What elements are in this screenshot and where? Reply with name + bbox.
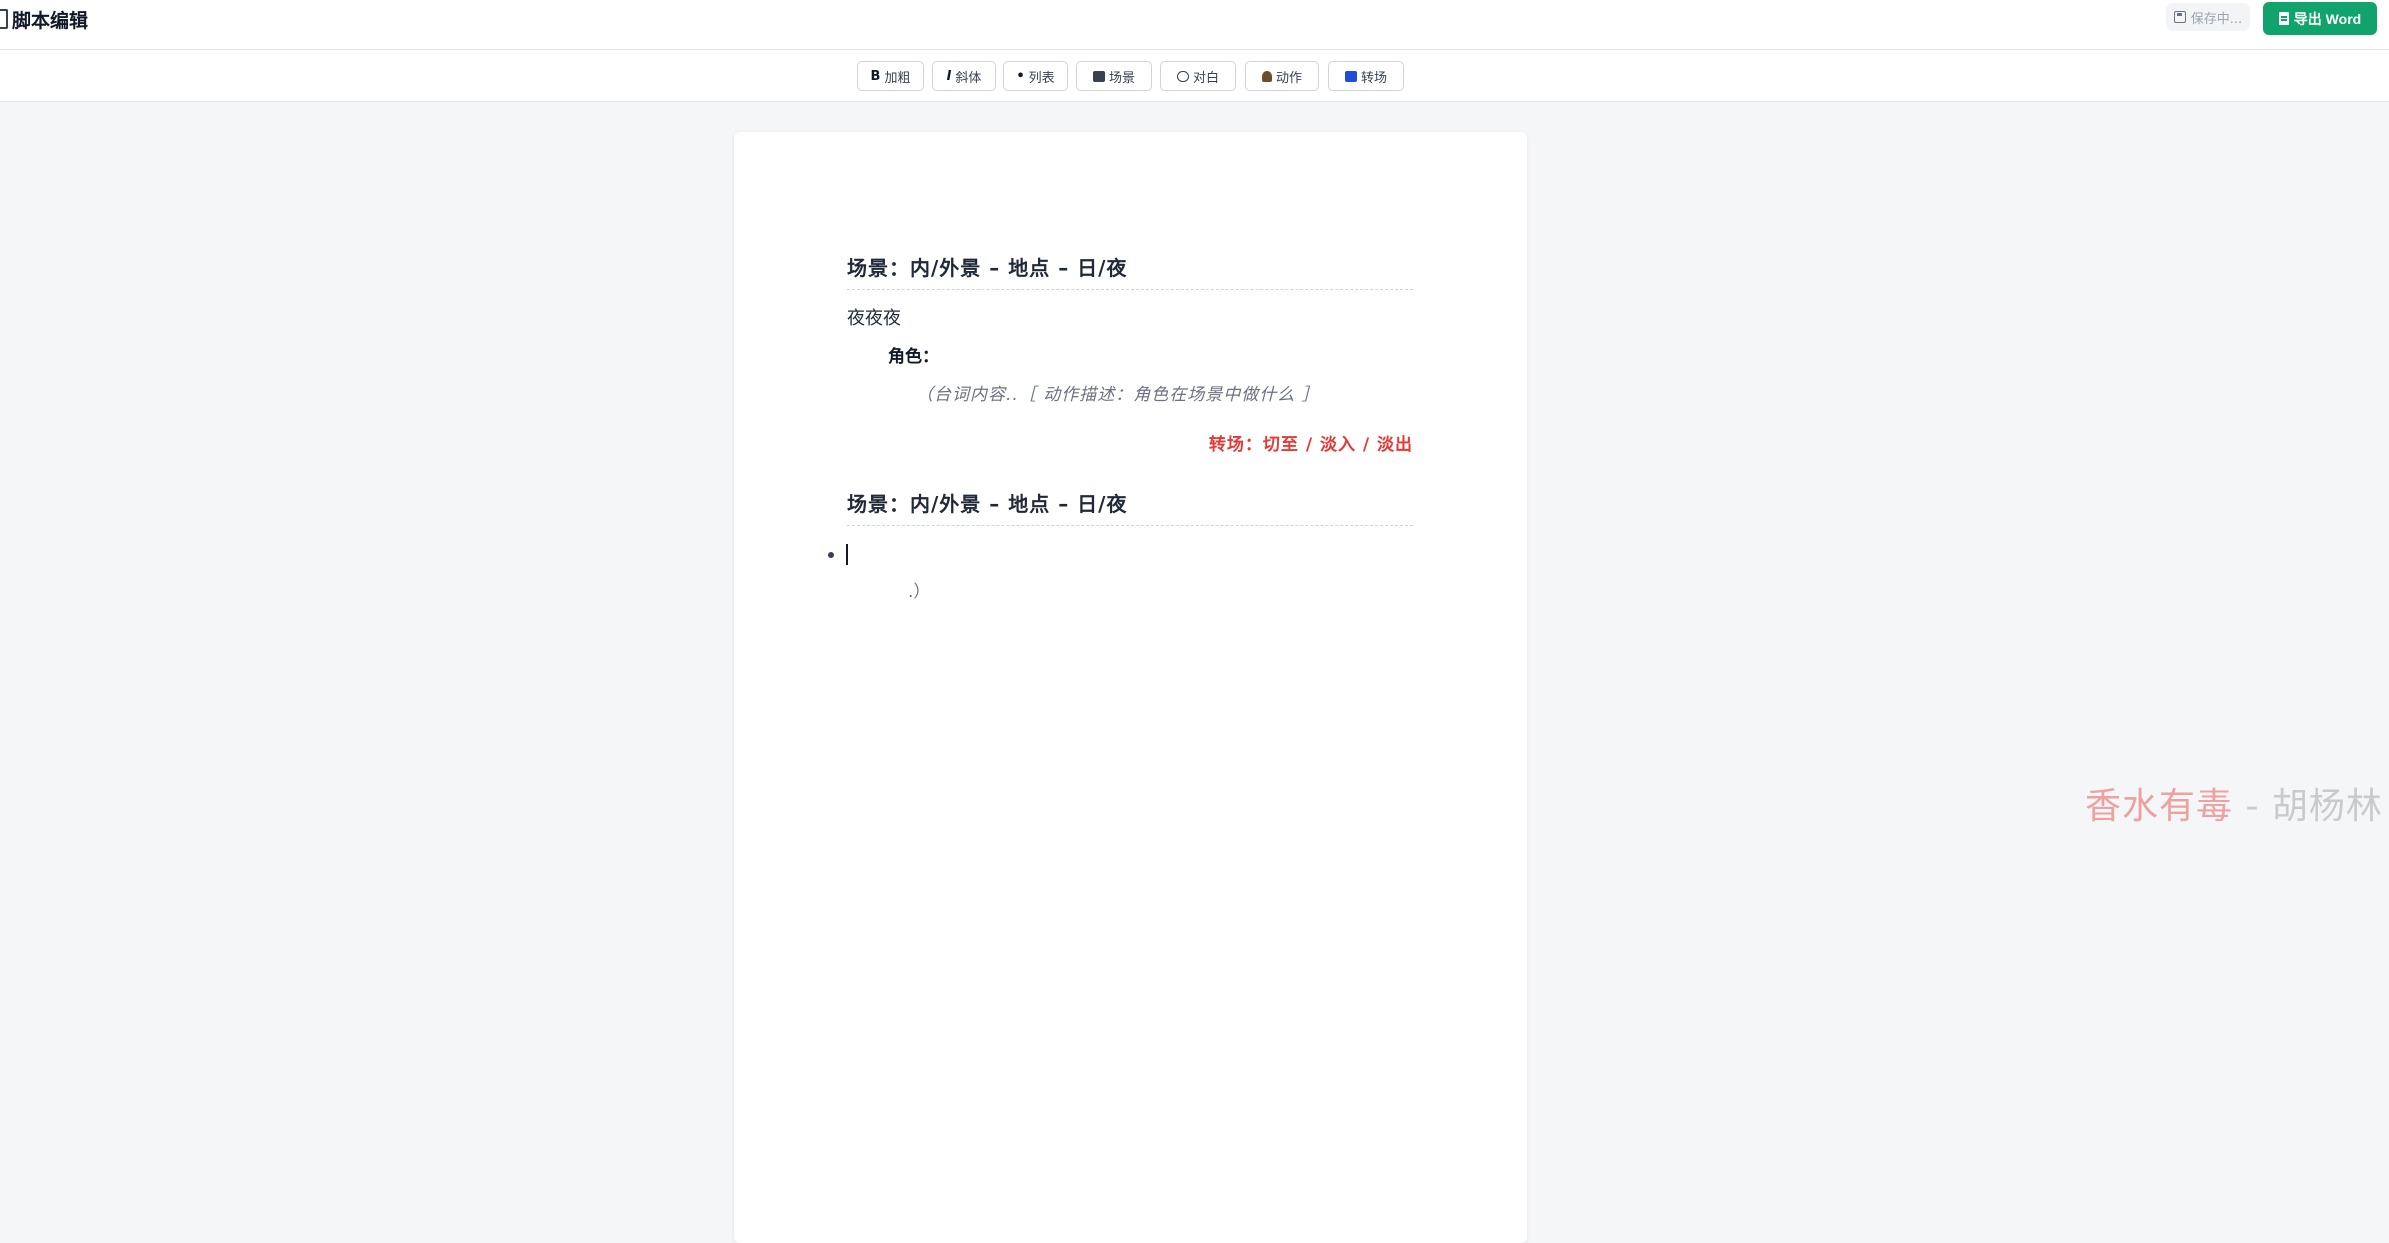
scene-button[interactable]: 场景 [1076,61,1152,91]
bold-icon: B [870,68,881,84]
running-person-icon [1261,70,1272,82]
save-status-text: 保存中... [2190,11,2243,27]
export-word-button[interactable]: 导出 Word [2263,2,2377,35]
italic-label: 斜体 [955,70,982,86]
transition-button[interactable]: 转场 [1328,61,1404,91]
italic-button[interactable]: I 斜体 [932,61,996,91]
export-word-label: 导出 Word [2293,10,2362,27]
action-text[interactable]: 夜夜夜 [847,304,901,330]
list-bullet [828,552,834,558]
transition-label: 转场 [1360,70,1387,86]
character-name[interactable]: 角色： [888,342,939,367]
watermark-separator: - [2233,786,2272,827]
text-cursor [846,544,848,565]
action-button[interactable]: 动作 [1245,61,1319,91]
bullet-list-icon: • [1016,68,1025,84]
watermark-author: 胡杨林 [2271,786,2383,827]
top-bar: 脚本编辑 保存中... 导出 Word [0,0,2389,50]
scene-heading-2[interactable]: 场景：内/外景 – 地点 – 日/夜 [847,484,1413,526]
scene-label: 场景 [1108,70,1135,86]
save-disk-icon [2173,11,2186,23]
list-button[interactable]: • 列表 [1003,61,1068,91]
watermark-title: 香水有毒 [2085,786,2234,827]
transition-text[interactable]: 转场：切至 / 淡入 / 淡出 [1209,430,1413,455]
parenthetical-text[interactable]: （台词内容..［ 动作描述：角色在场景中做什么 ］ [916,380,1320,405]
save-status-badge: 保存中... [2166,3,2250,31]
format-toolbar: B 加粗 I 斜体 • 列表 场景 对白 动作 转场 [0,50,2389,102]
dialogue-button[interactable]: 对白 [1160,61,1236,91]
word-file-icon [2278,12,2289,25]
script-page[interactable]: 场景：内/外景 – 地点 – 日/夜 夜夜夜 角色： （台词内容..［ 动作描述… [734,132,1527,1243]
scene-heading[interactable]: 场景：内/外景 – 地点 – 日/夜 [847,248,1413,290]
document-icon [0,9,8,29]
italic-icon: I [946,68,952,84]
list-label: 列表 [1028,70,1055,86]
dialogue-label: 对白 [1192,70,1219,86]
watermark: 香水有毒 - 胡杨林 [2085,777,2383,829]
clapperboard-icon [1092,70,1105,82]
parenthetical-close[interactable]: .） [908,577,930,602]
transition-icon [1344,70,1357,82]
bold-label: 加粗 [884,70,911,86]
app-title-text: 脚本编辑 [12,9,89,32]
app-title: 脚本编辑 [0,5,88,33]
action-label: 动作 [1275,70,1302,86]
speech-bubble-icon [1176,70,1189,82]
bold-button[interactable]: B 加粗 [857,61,924,91]
